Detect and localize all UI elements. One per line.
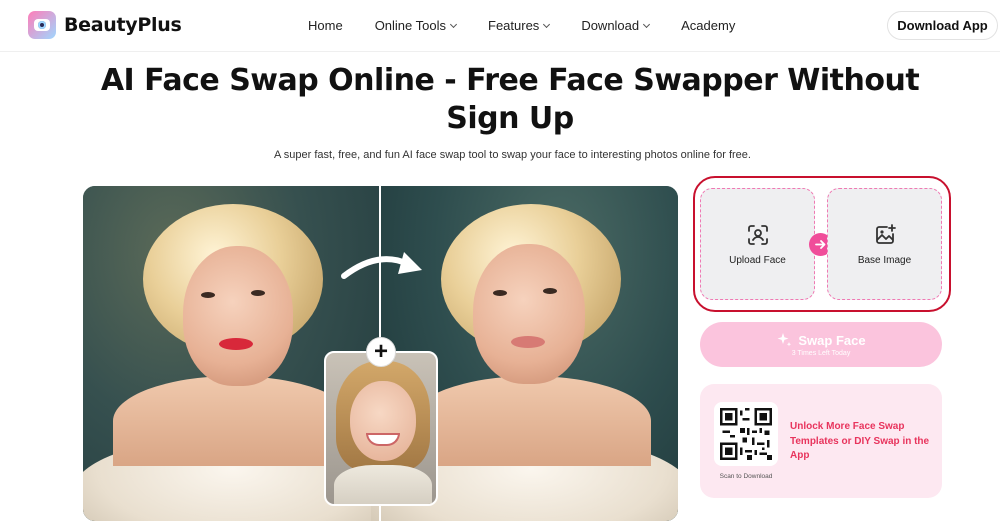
shoulders xyxy=(113,376,353,466)
page-subtitle: A super fast, free, and fun AI face swap… xyxy=(274,149,751,161)
nav-item-label: Download xyxy=(581,18,640,33)
nav-item-label: Home xyxy=(308,18,343,33)
qr-code-icon xyxy=(714,402,778,466)
shoulders xyxy=(411,376,651,466)
top-nav: BeautyPlus Home Online Tools Features Do… xyxy=(0,0,1000,52)
promo-text: Unlock More Face Swap Templates or DIY S… xyxy=(790,421,930,461)
face xyxy=(183,246,293,386)
nav-item-online-tools[interactable]: Online Tools xyxy=(374,18,458,33)
sweater xyxy=(334,465,432,504)
swap-remaining-count: 3 Times Left Today xyxy=(791,350,851,357)
chevron-down-icon xyxy=(543,20,551,28)
base-image-button[interactable]: Base Image xyxy=(827,188,942,300)
face xyxy=(350,381,416,461)
scan-to-download-label: Scan to Download xyxy=(719,473,773,480)
eye xyxy=(201,292,215,298)
brand-name: BeautyPlus xyxy=(64,14,182,36)
image-add-icon xyxy=(875,223,896,244)
chevron-down-icon xyxy=(449,20,458,28)
nav-item-label: Online Tools xyxy=(374,18,446,33)
eye xyxy=(251,290,265,296)
nav-item-download[interactable]: Download xyxy=(581,18,651,33)
eye xyxy=(493,290,507,296)
plus-icon: + xyxy=(366,337,396,367)
source-face-thumbnail xyxy=(324,351,438,506)
beautyplus-logo-icon xyxy=(28,11,56,39)
curved-arrow-icon xyxy=(341,252,422,279)
page-title: AI Face Swap Online - Free Face Swapper … xyxy=(100,63,920,136)
face xyxy=(473,244,585,384)
nav-item-features[interactable]: Features xyxy=(488,18,551,33)
lips xyxy=(511,336,545,348)
nav-links: Home Online Tools Features Download Acad… xyxy=(308,18,735,33)
download-app-button[interactable]: Download App xyxy=(887,11,998,40)
lips xyxy=(219,338,253,350)
upload-face-button[interactable]: Upload Face xyxy=(700,188,815,300)
sparkle-icon xyxy=(777,333,792,347)
base-image-label: Base Image xyxy=(857,254,912,266)
nav-item-label: Academy xyxy=(681,18,736,33)
nav-item-label: Features xyxy=(488,18,540,33)
nav-item-home[interactable]: Home xyxy=(308,18,343,33)
upload-face-label: Upload Face xyxy=(729,254,786,266)
swap-face-button[interactable]: Swap Face 3 Times Left Today xyxy=(700,322,942,367)
nav-item-academy[interactable]: Academy xyxy=(681,18,735,33)
face-scan-icon xyxy=(747,224,768,245)
brand-logo[interactable]: BeautyPlus xyxy=(28,11,182,39)
swap-face-label: Swap Face xyxy=(798,332,866,348)
eye xyxy=(543,288,557,294)
chevron-down-icon xyxy=(643,20,651,28)
